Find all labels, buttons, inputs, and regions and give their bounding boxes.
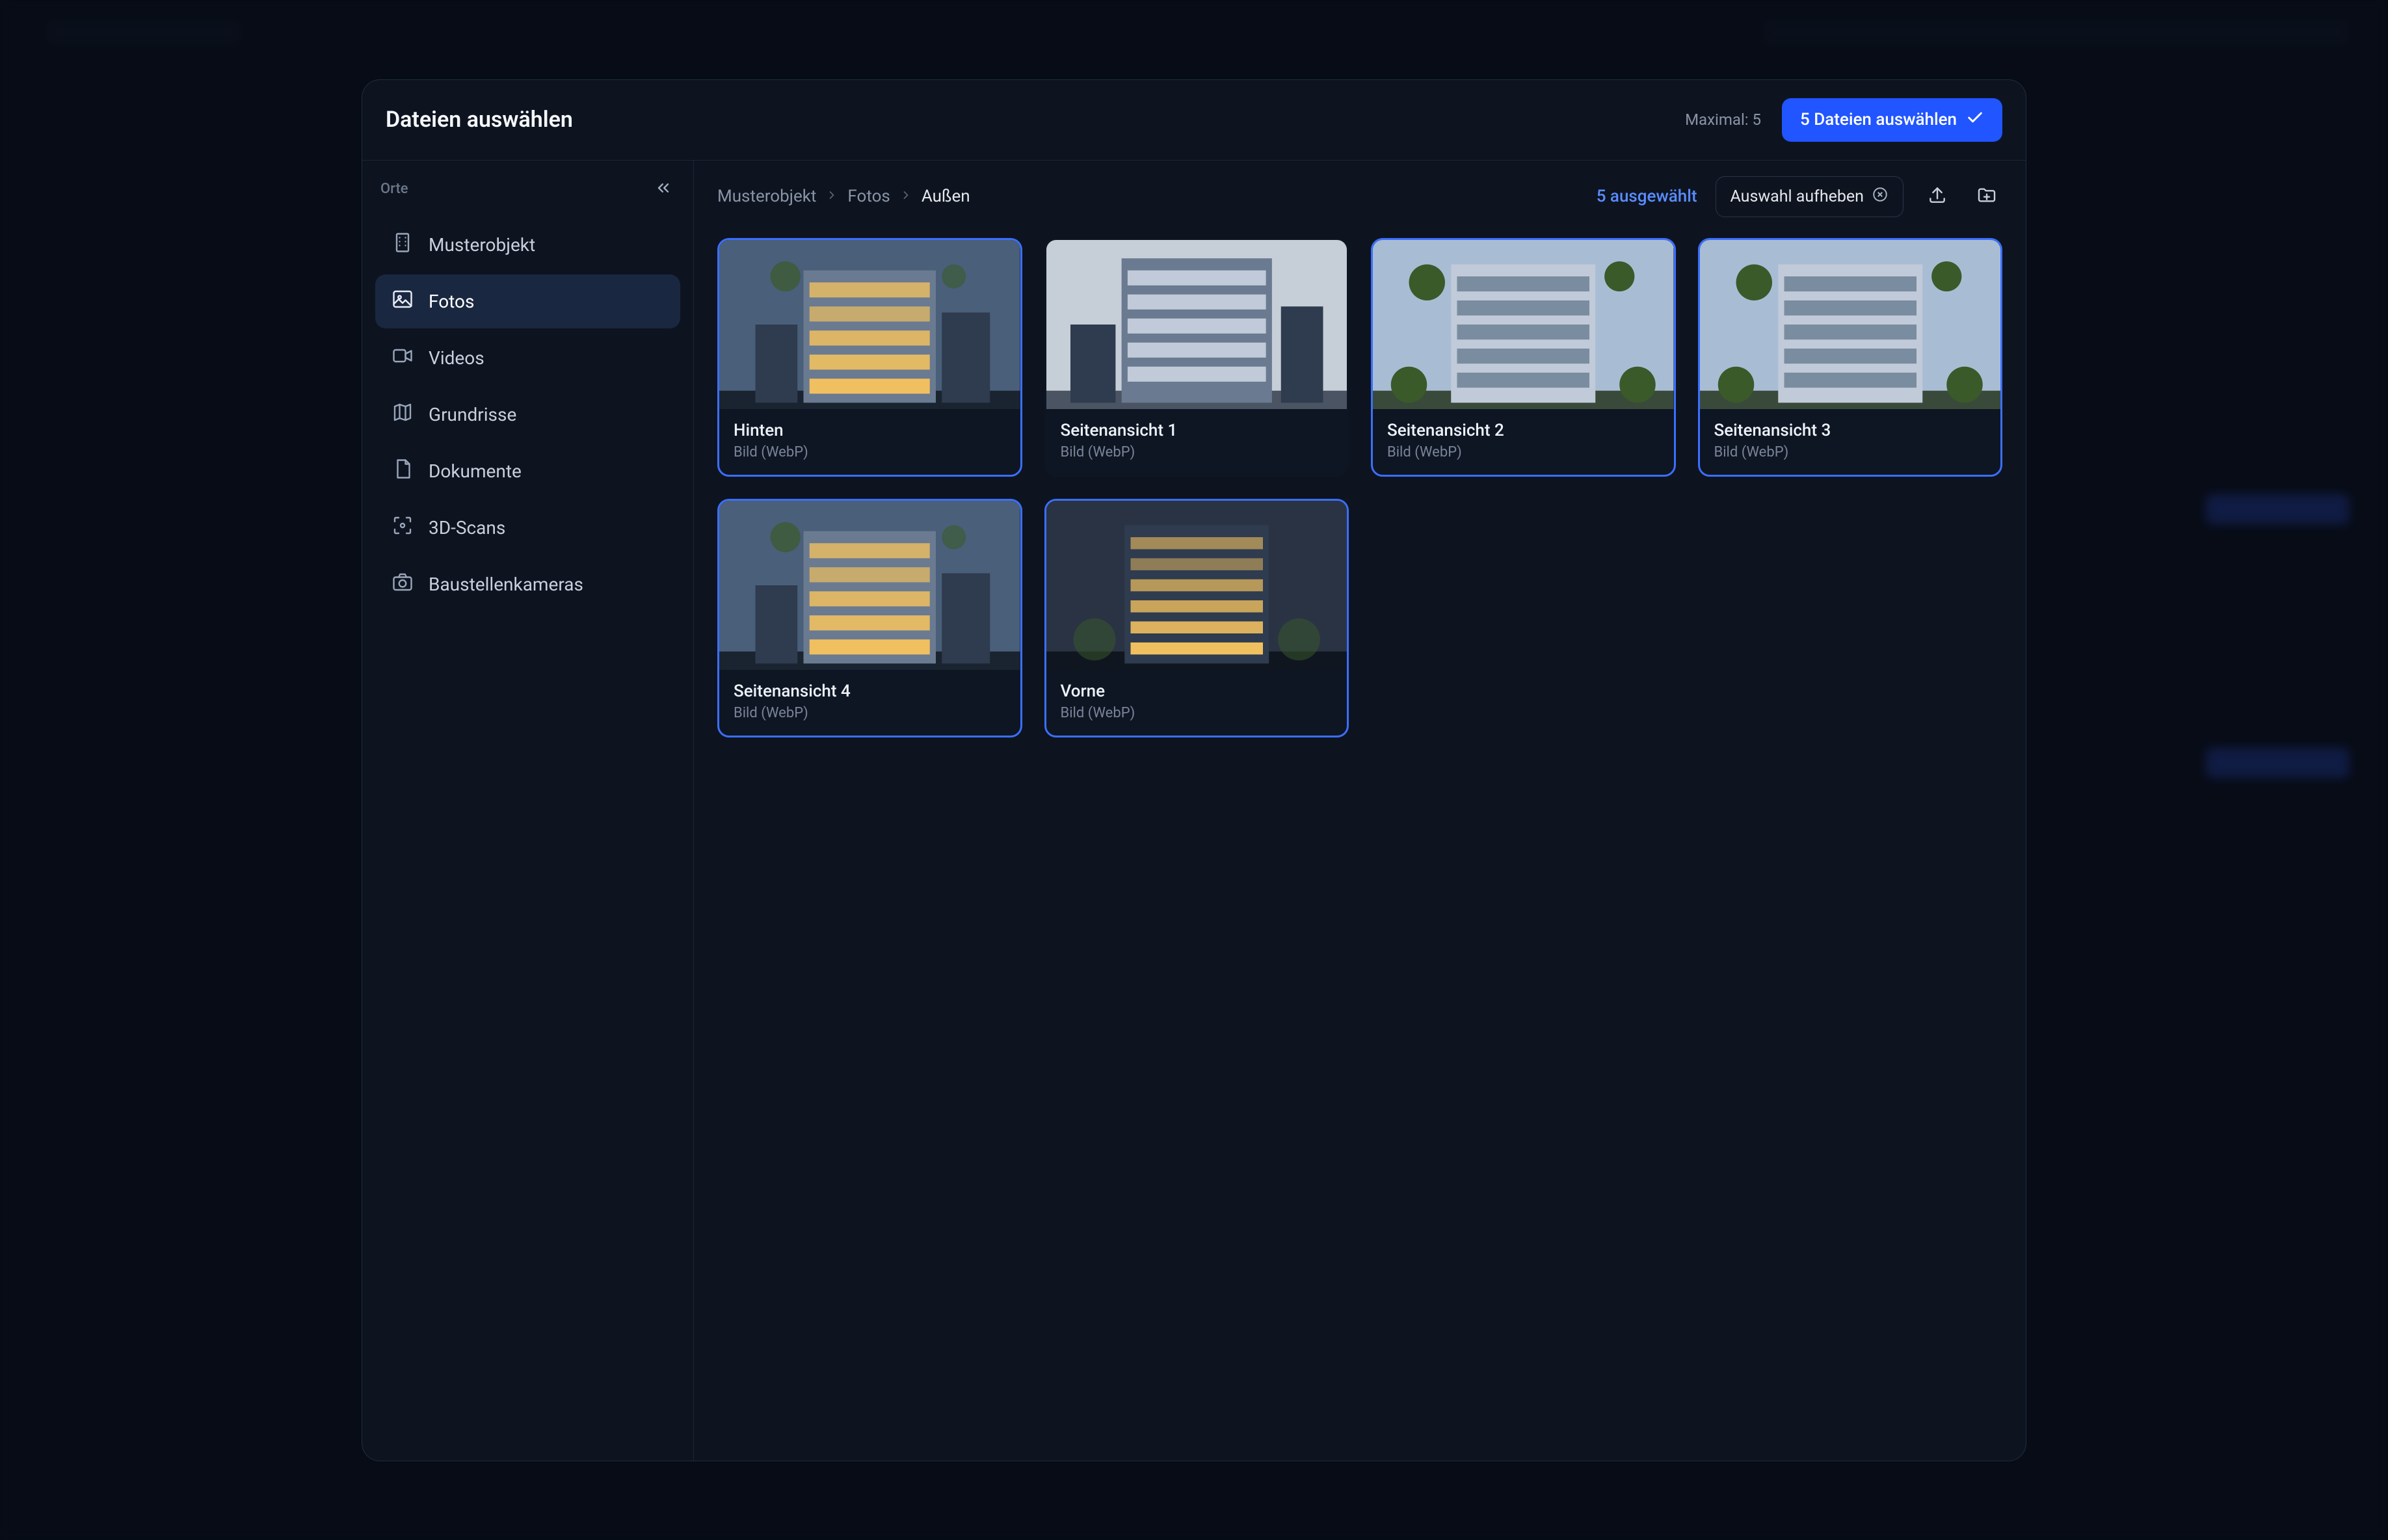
new-folder-button[interactable] bbox=[1971, 179, 2002, 213]
chevron-right-icon bbox=[899, 187, 912, 206]
place-item-label: Dokumente bbox=[429, 460, 522, 482]
file-name: Seitenansicht 4 bbox=[734, 682, 1006, 701]
file-tile[interactable]: Hinten Bild (WebP) bbox=[717, 238, 1022, 477]
breadcrumb: Musterobjekt Fotos Außen bbox=[717, 187, 970, 206]
file-subtitle: Bild (WebP) bbox=[734, 705, 1006, 721]
file-tile[interactable]: Seitenansicht 1 Bild (WebP) bbox=[1044, 238, 1349, 477]
modal-overlay: Dateien auswählen Maximal: 5 5 Dateien a… bbox=[0, 0, 2388, 1540]
x-circle-icon bbox=[1872, 186, 1889, 207]
chevron-right-icon bbox=[825, 187, 838, 206]
places-header: Orte bbox=[375, 176, 680, 202]
place-item-image[interactable]: Fotos bbox=[375, 274, 680, 328]
collapse-places-button[interactable] bbox=[652, 176, 675, 202]
places-title: Orte bbox=[380, 181, 408, 197]
file-subtitle: Bild (WebP) bbox=[734, 444, 1006, 460]
confirm-selection-button[interactable]: 5 Dateien auswählen bbox=[1782, 98, 2002, 142]
file-tile[interactable]: Vorne Bild (WebP) bbox=[1044, 499, 1349, 737]
document-icon bbox=[391, 457, 414, 485]
place-item-label: Grundrisse bbox=[429, 404, 516, 425]
floorplan-icon bbox=[391, 401, 414, 429]
max-files-label: Maximal: 5 bbox=[1685, 111, 1761, 129]
place-item-label: Videos bbox=[429, 347, 484, 369]
file-thumbnail bbox=[1046, 240, 1347, 409]
file-name: Vorne bbox=[1061, 682, 1333, 701]
file-thumbnail bbox=[719, 240, 1020, 409]
breadcrumb-item[interactable]: Musterobjekt bbox=[717, 187, 816, 206]
file-thumbnail bbox=[1046, 501, 1347, 670]
file-tile-meta: Seitenansicht 2 Bild (WebP) bbox=[1373, 409, 1674, 475]
file-tile[interactable]: Seitenansicht 4 Bild (WebP) bbox=[717, 499, 1022, 737]
file-subtitle: Bild (WebP) bbox=[1714, 444, 1987, 460]
file-grid: Hinten Bild (WebP) Seitenansicht 1 Bild (We… bbox=[694, 233, 2026, 743]
place-item-camera[interactable]: Baustellenkameras bbox=[375, 557, 680, 611]
modal-body: Orte Musterobjekt Fotos Videos Grundrisse Do… bbox=[362, 161, 2026, 1461]
modal-title: Dateien auswählen bbox=[386, 107, 573, 133]
content-panel: Musterobjekt Fotos Außen 5 ausgewählt Ausw… bbox=[694, 161, 2026, 1461]
modal-header: Dateien auswählen Maximal: 5 5 Dateien a… bbox=[362, 80, 2026, 161]
content-header: Musterobjekt Fotos Außen 5 ausgewählt Ausw… bbox=[694, 161, 2026, 233]
place-item-floorplan[interactable]: Grundrisse bbox=[375, 388, 680, 442]
confirm-selection-label: 5 Dateien auswählen bbox=[1800, 110, 1957, 129]
file-thumbnail bbox=[1700, 240, 2001, 409]
file-tile[interactable]: Seitenansicht 3 Bild (WebP) bbox=[1698, 238, 2003, 477]
chevron-double-left-icon bbox=[654, 190, 672, 200]
place-item-label: Baustellenkameras bbox=[429, 574, 583, 595]
file-thumbnail bbox=[719, 501, 1020, 670]
breadcrumb-item[interactable]: Fotos bbox=[847, 187, 890, 206]
place-item-label: Fotos bbox=[429, 291, 474, 312]
scan3d-icon bbox=[391, 514, 414, 542]
file-name: Seitenansicht 1 bbox=[1061, 421, 1333, 440]
upload-button[interactable] bbox=[1922, 179, 1953, 213]
file-tile-meta: Seitenansicht 3 Bild (WebP) bbox=[1700, 409, 2001, 475]
places-list: Musterobjekt Fotos Videos Grundrisse Dokumen… bbox=[375, 218, 680, 611]
place-item-building[interactable]: Musterobjekt bbox=[375, 218, 680, 272]
place-item-scan3d[interactable]: 3D-Scans bbox=[375, 501, 680, 555]
breadcrumb-item: Außen bbox=[922, 187, 970, 206]
file-name: Hinten bbox=[734, 421, 1006, 440]
video-icon bbox=[391, 344, 414, 372]
file-subtitle: Bild (WebP) bbox=[1061, 444, 1333, 460]
place-item-label: 3D-Scans bbox=[429, 517, 505, 538]
file-subtitle: Bild (WebP) bbox=[1061, 705, 1333, 721]
check-icon bbox=[1966, 109, 1984, 131]
file-subtitle: Bild (WebP) bbox=[1387, 444, 1660, 460]
file-thumbnail bbox=[1373, 240, 1674, 409]
building-icon bbox=[391, 231, 414, 259]
place-item-label: Musterobjekt bbox=[429, 234, 535, 256]
file-tile-meta: Vorne Bild (WebP) bbox=[1046, 670, 1347, 736]
upload-icon bbox=[1927, 198, 1948, 208]
places-panel: Orte Musterobjekt Fotos Videos Grundrisse Do… bbox=[362, 161, 694, 1461]
file-tile-meta: Hinten Bild (WebP) bbox=[719, 409, 1020, 475]
image-icon bbox=[391, 287, 414, 315]
file-tile-meta: Seitenansicht 1 Bild (WebP) bbox=[1046, 409, 1347, 475]
file-name: Seitenansicht 2 bbox=[1387, 421, 1660, 440]
file-tile-meta: Seitenansicht 4 Bild (WebP) bbox=[719, 670, 1020, 736]
selected-count: 5 ausgewählt bbox=[1597, 187, 1697, 206]
clear-selection-button[interactable]: Auswahl aufheben bbox=[1716, 176, 1904, 217]
modal-header-actions: Maximal: 5 5 Dateien auswählen bbox=[1685, 98, 2002, 142]
folder-plus-icon bbox=[1976, 198, 1997, 208]
file-picker-modal: Dateien auswählen Maximal: 5 5 Dateien a… bbox=[362, 79, 2026, 1461]
place-item-document[interactable]: Dokumente bbox=[375, 444, 680, 498]
place-item-video[interactable]: Videos bbox=[375, 331, 680, 385]
file-tile[interactable]: Seitenansicht 2 Bild (WebP) bbox=[1371, 238, 1676, 477]
clear-selection-label: Auswahl aufheben bbox=[1731, 187, 1864, 206]
file-name: Seitenansicht 3 bbox=[1714, 421, 1987, 440]
camera-icon bbox=[391, 570, 414, 598]
content-actions: 5 ausgewählt Auswahl aufheben bbox=[1597, 176, 2002, 217]
